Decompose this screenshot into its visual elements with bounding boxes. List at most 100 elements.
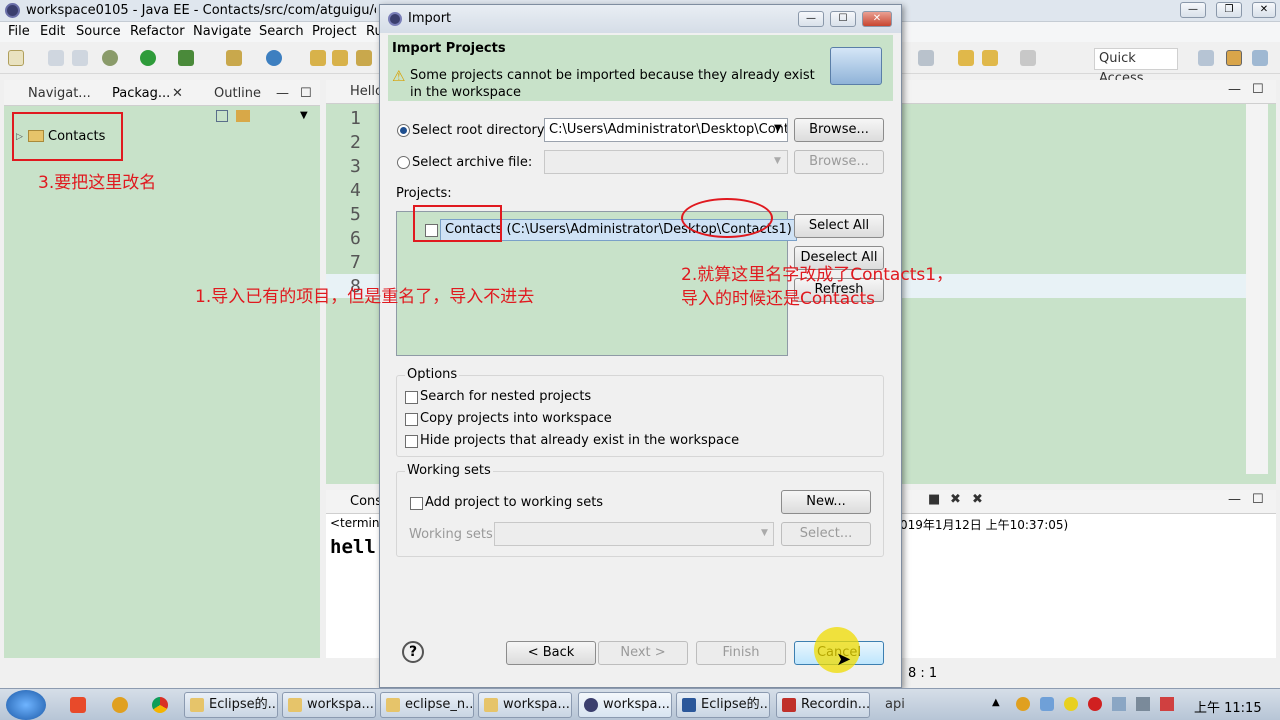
new-java-class-icon[interactable] (266, 50, 282, 66)
back-button[interactable]: < Back (506, 641, 596, 665)
search-tool-icon[interactable] (356, 50, 372, 66)
taskbar-item-5[interactable]: workspa... (578, 692, 672, 718)
open-type-icon[interactable] (310, 50, 326, 66)
taskbar-item-1[interactable]: Eclipse的... (184, 692, 278, 718)
tray-icon-1[interactable] (1016, 697, 1030, 711)
save-icon[interactable] (48, 50, 64, 66)
working-sets-combo[interactable] (494, 522, 774, 546)
app-tray-icon[interactable] (1160, 697, 1174, 711)
java-perspective-icon[interactable] (1252, 50, 1268, 66)
quick-access-field[interactable]: Quick Access (1094, 48, 1178, 86)
taskbar-item-5-label: workspa... (603, 697, 670, 712)
terminate-icon[interactable]: ■ (928, 492, 940, 507)
remove-all-icon[interactable]: ✖ (972, 492, 983, 507)
taskbar-item-6[interactable]: Eclipse的... (676, 692, 770, 718)
back-icon[interactable] (982, 50, 998, 66)
add-working-set-checkbox[interactable] (410, 497, 423, 510)
next-button[interactable]: Next > (598, 641, 688, 665)
folder-icon (288, 698, 302, 712)
taskbar-item-6-label: Eclipse的... (701, 697, 770, 712)
open-folder-icon[interactable] (332, 50, 348, 66)
start-button[interactable] (6, 690, 46, 720)
dialog-minimize-button[interactable]: — (798, 11, 824, 27)
dialog-titlebar: Import — ☐ ✕ (380, 5, 901, 33)
root-directory-radio[interactable] (397, 124, 410, 137)
copy-projects-checkbox[interactable] (405, 413, 418, 426)
link-editor-icon[interactable] (236, 110, 250, 122)
finish-button[interactable]: Finish (696, 641, 786, 665)
run-icon[interactable] (140, 50, 156, 66)
menu-project[interactable]: Project (312, 24, 356, 39)
root-directory-combo[interactable]: C:\Users\Administrator\Desktop\Cont (544, 118, 788, 142)
archive-file-combo[interactable] (544, 150, 788, 174)
chrome-icon[interactable] (152, 697, 168, 713)
maximize-view-icon[interactable]: ☐ (300, 86, 312, 101)
minimize-view-icon[interactable]: — (276, 86, 289, 101)
menu-source[interactable]: Source (76, 24, 121, 39)
tab-outline[interactable]: Outline (214, 86, 261, 101)
maximize-console-icon[interactable]: ☐ (1252, 492, 1264, 507)
select-working-set-button[interactable]: Select... (781, 522, 871, 546)
menu-search[interactable]: Search (259, 24, 304, 39)
minimize-button[interactable]: — (1180, 2, 1206, 18)
taskbar-item-3[interactable]: eclipse_n... (380, 692, 474, 718)
working-sets-combo-arrow-icon: ▼ (761, 528, 768, 538)
taskbar-item-7[interactable]: Recordin... (776, 692, 870, 718)
app-g-icon[interactable] (70, 697, 86, 713)
browse-root-button[interactable]: Browse... (794, 118, 884, 142)
console-output: hell (330, 536, 376, 558)
annotation-box-tree (12, 112, 123, 161)
taskbar-item-4[interactable]: workspa... (478, 692, 572, 718)
prev-annotation-icon[interactable] (958, 50, 974, 66)
editor-scrollbar[interactable] (1246, 104, 1268, 474)
select-all-button[interactable]: Select All (794, 214, 884, 238)
taskbar-item-2[interactable]: workspa... (282, 692, 376, 718)
dialog-close-button[interactable]: ✕ (862, 11, 892, 27)
hide-projects-label: Hide projects that already exist in the … (420, 433, 740, 448)
tray-icon-3[interactable] (1064, 697, 1078, 711)
tab-package-explorer[interactable]: Packag... (112, 86, 170, 101)
warning-message: Some projects cannot be imported because… (410, 68, 815, 100)
tray-arrow-icon[interactable]: ▲ (992, 697, 1000, 708)
close-button[interactable]: ✕ (1252, 2, 1276, 18)
menu-refactor[interactable]: Refactor (130, 24, 185, 39)
debug-icon[interactable] (102, 50, 118, 66)
network-icon[interactable] (1112, 697, 1126, 711)
collapse-all-icon[interactable] (216, 110, 228, 122)
new-server-icon[interactable] (226, 50, 242, 66)
dialog-maximize-button[interactable]: ☐ (830, 11, 856, 27)
java-ee-perspective-icon[interactable] (1226, 50, 1242, 66)
open-perspective-icon[interactable] (1198, 50, 1214, 66)
tab-console[interactable]: Cons (350, 494, 382, 509)
root-combo-arrow-icon[interactable]: ▼ (774, 123, 782, 134)
forward-icon[interactable] (1020, 50, 1036, 66)
restore-button[interactable]: ❐ (1216, 2, 1242, 18)
remove-launch-icon[interactable]: ✖ (950, 492, 961, 507)
minimize-editor-icon[interactable]: — (1228, 82, 1241, 97)
save-all-icon[interactable] (72, 50, 88, 66)
maximize-editor-icon[interactable]: ☐ (1252, 82, 1264, 97)
browse-archive-button[interactable]: Browse... (794, 150, 884, 174)
nested-projects-checkbox[interactable] (405, 391, 418, 404)
coverage-icon[interactable] (178, 50, 194, 66)
menu-file[interactable]: File (8, 24, 30, 39)
archive-file-radio[interactable] (397, 156, 410, 169)
view-menu-icon[interactable]: ▼ (300, 110, 308, 121)
new-working-set-button[interactable]: New... (781, 490, 871, 514)
new-icon[interactable] (8, 50, 24, 66)
hide-projects-checkbox[interactable] (405, 435, 418, 448)
app-flower-icon[interactable] (112, 697, 128, 713)
menu-navigate[interactable]: Navigate (193, 24, 251, 39)
volume-icon[interactable] (1136, 697, 1150, 711)
next-annotation-icon[interactable] (918, 50, 934, 66)
close-tab-icon[interactable]: ✕ (172, 86, 183, 101)
tray-icon-2[interactable] (1040, 697, 1054, 711)
record-stop-icon[interactable] (1088, 697, 1102, 711)
tab-navigator[interactable]: Navigat... (28, 86, 91, 101)
help-icon[interactable]: ? (402, 641, 424, 663)
minimize-console-icon[interactable]: — (1228, 492, 1241, 507)
folder-icon (190, 698, 204, 712)
archive-file-label: Select archive file: (412, 155, 533, 170)
tab-hello-java[interactable]: Hello (350, 84, 383, 99)
menu-edit[interactable]: Edit (40, 24, 65, 39)
